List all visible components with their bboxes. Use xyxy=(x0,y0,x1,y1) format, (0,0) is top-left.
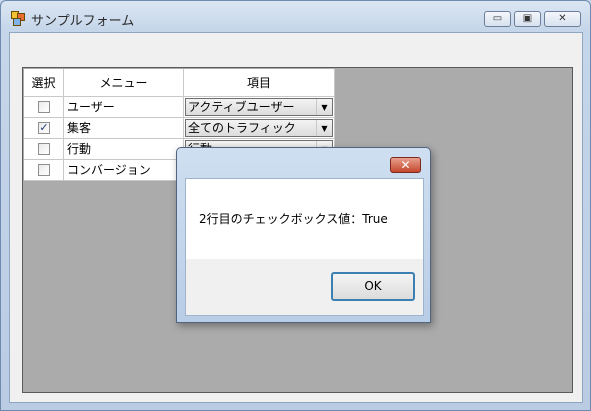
title-bar[interactable]: サンプルフォーム ▭ ▣ ✕ xyxy=(1,1,590,33)
message-dialog: ✕ 2行目のチェックボックス値：True OK xyxy=(176,147,431,323)
dialog-body: 2行目のチェックボックス値：True OK xyxy=(185,178,424,316)
table-row-2-select-cell[interactable]: ✓ xyxy=(24,118,64,139)
row-4-checkbox[interactable] xyxy=(38,164,50,176)
close-button[interactable]: ✕ xyxy=(544,11,581,27)
row-1-item-value: アクティブユーザー xyxy=(188,100,295,114)
row-1-checkbox[interactable] xyxy=(38,101,50,113)
row-1-item-cell[interactable]: アクティブユーザー ▼ xyxy=(184,97,335,118)
ok-button[interactable]: OK xyxy=(331,272,415,301)
column-header-item[interactable]: 項目 xyxy=(184,69,335,97)
row-2-checkbox[interactable]: ✓ xyxy=(38,122,50,134)
app-icon xyxy=(11,11,25,26)
row-4-menu-cell[interactable]: コンバージョン xyxy=(64,160,184,181)
chevron-down-icon[interactable]: ▼ xyxy=(316,120,332,136)
chevron-down-icon[interactable]: ▼ xyxy=(316,99,332,115)
column-header-menu[interactable]: メニュー xyxy=(64,69,184,97)
row-2-item-value: 全てのトラフィック xyxy=(188,121,296,135)
dialog-close-button[interactable]: ✕ xyxy=(390,157,421,173)
dialog-message-area: 2行目のチェックボックス値：True xyxy=(186,179,423,259)
row-2-item-dropdown[interactable]: 全てのトラフィック ▼ xyxy=(185,119,333,137)
window-title: サンプルフォーム xyxy=(31,14,135,29)
maximize-button[interactable]: ▣ xyxy=(514,11,541,27)
minimize-button[interactable]: ▭ xyxy=(484,11,511,27)
column-header-select[interactable]: 選択 xyxy=(24,69,64,97)
row-2-item-cell[interactable]: 全てのトラフィック ▼ xyxy=(184,118,335,139)
table-row-3-select-cell[interactable] xyxy=(24,139,64,160)
row-1-menu-cell[interactable]: ユーザー xyxy=(64,97,184,118)
row-3-menu-cell[interactable]: 行動 xyxy=(64,139,184,160)
table-row-1-select-cell[interactable] xyxy=(24,97,64,118)
row-1-item-dropdown[interactable]: アクティブユーザー ▼ xyxy=(185,98,333,116)
row-3-checkbox[interactable] xyxy=(38,143,50,155)
dialog-message: 2行目のチェックボックス値：True xyxy=(199,212,388,226)
row-2-menu-cell[interactable]: 集客 xyxy=(64,118,184,139)
table-row-4-select-cell[interactable] xyxy=(24,160,64,181)
